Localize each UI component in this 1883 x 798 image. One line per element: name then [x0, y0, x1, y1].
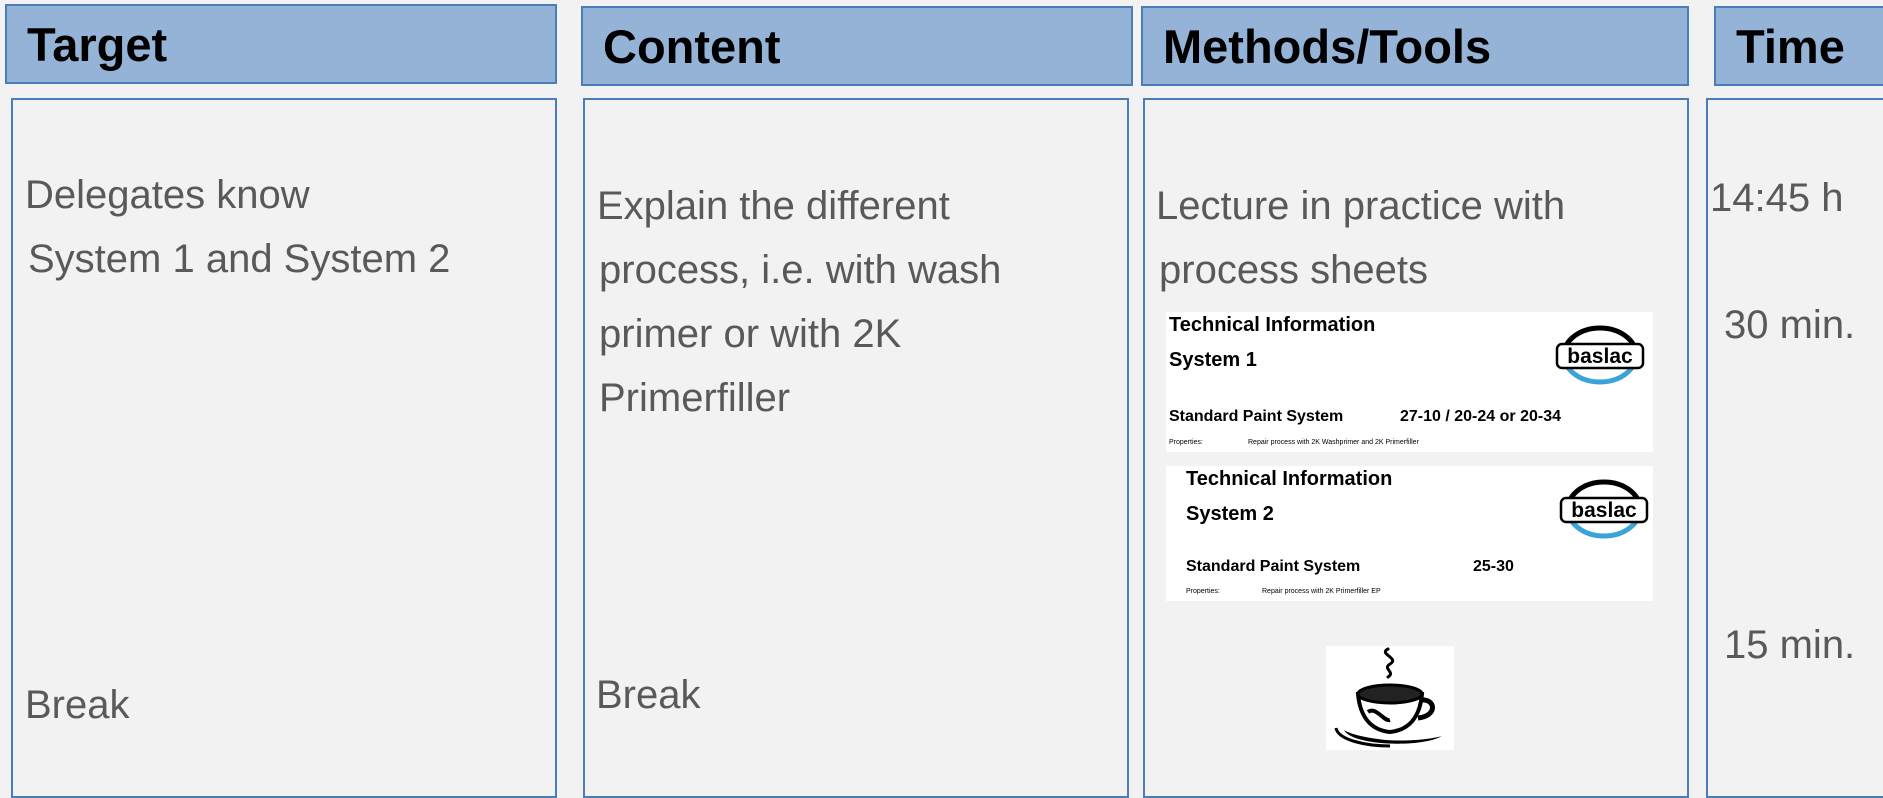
target-break: Break [25, 683, 130, 727]
card-1-logo-text: baslac [1567, 345, 1633, 368]
header-methods: Methods/Tools [1141, 6, 1689, 86]
card-2-heading: Technical Information [1186, 468, 1393, 490]
content-break: Break [596, 673, 701, 717]
content-line-2: process, i.e. with wash [599, 248, 1002, 292]
methods-line-1: Lecture in practice with [1156, 184, 1566, 228]
header-methods-label: Methods/Tools [1163, 19, 1492, 73]
time-start: 14:45 h [1710, 176, 1844, 220]
time-duration-30: 30 min. [1724, 303, 1856, 347]
header-time-label: Time [1736, 19, 1845, 73]
tech-info-card-system-1: Technical Information System 1 Standard … [1166, 312, 1653, 452]
methods-line-2: process sheets [1159, 248, 1429, 292]
target-line-1: Delegates know [25, 173, 310, 217]
card-2-standard: Standard Paint System [1186, 558, 1361, 575]
time-duration-15: 15 min. [1724, 623, 1856, 667]
coffee-cup-icon [1326, 646, 1454, 750]
card-1-standard: Standard Paint System [1169, 408, 1344, 425]
baslac-logo-icon: baslac [1559, 479, 1649, 539]
card-1-props-text: Repair process with 2K Washprimer and 2K… [1248, 439, 1419, 446]
tech-info-card-system-2: Technical Information System 2 Standard … [1166, 466, 1653, 601]
card-1-props-label: Properties: [1169, 439, 1203, 446]
header-time: Time [1714, 6, 1883, 86]
card-1-heading: Technical Information [1169, 314, 1376, 336]
header-target: Target [5, 4, 557, 84]
content-line-1: Explain the different [597, 184, 950, 228]
header-content-label: Content [603, 19, 781, 73]
header-content: Content [581, 6, 1133, 86]
content-line-3: primer or with 2K [599, 312, 902, 356]
card-2-codes: 25-30 [1473, 558, 1514, 575]
baslac-logo-icon: baslac [1555, 325, 1645, 385]
card-1-codes: 27-10 / 20-24 or 20-34 [1400, 408, 1561, 425]
card-1-system: System 1 [1169, 349, 1257, 371]
target-line-2: System 1 and System 2 [28, 237, 451, 281]
card-2-props-label: Properties: [1186, 588, 1220, 595]
card-2-logo-text: baslac [1571, 499, 1637, 522]
header-target-label: Target [27, 17, 168, 71]
card-2-props-text: Repair process with 2K Primerfiller EP [1262, 588, 1381, 595]
card-2-system: System 2 [1186, 503, 1274, 525]
content-line-4: Primerfiller [599, 376, 791, 420]
